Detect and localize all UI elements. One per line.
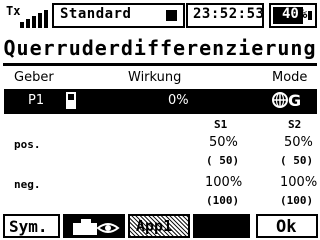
header-mode: Mode xyxy=(272,70,308,85)
signal-strength-icon xyxy=(18,8,48,28)
sym-button-label: Sym. xyxy=(9,217,48,236)
geber-value[interactable]: P1 xyxy=(28,93,44,108)
battery-tip xyxy=(308,11,312,20)
neg-s2-value[interactable]: 100% xyxy=(280,175,317,190)
globe-icon xyxy=(272,92,288,108)
camera-view-icon xyxy=(73,219,120,235)
status-bar: Tx Standard 23:52:53 40% xyxy=(0,0,320,31)
neg-s1-raw: (100) xyxy=(206,194,240,207)
wirkung-value[interactable]: 0% xyxy=(168,93,189,108)
pos-s1-raw: ( 50) xyxy=(206,154,240,167)
row-label-neg: neg. xyxy=(14,178,41,191)
page-title: Querruderdifferenzierung xyxy=(3,36,317,60)
mode-value[interactable]: G xyxy=(288,91,301,110)
title-divider xyxy=(3,63,317,66)
ok-button[interactable]: Ok xyxy=(256,214,318,238)
app1-button-label: App1 xyxy=(136,217,173,235)
col-s1: S1 xyxy=(214,118,228,131)
pos-s2-value[interactable]: 50% xyxy=(284,135,313,150)
clock: 23:52:53 xyxy=(193,6,265,22)
camera-view-button[interactable] xyxy=(63,214,125,238)
battery-level: 40% xyxy=(282,6,308,22)
switch-icon-fill xyxy=(68,100,74,107)
neg-s2-raw: (100) xyxy=(280,194,314,207)
header-wirkung: Wirkung xyxy=(128,70,182,85)
blank-button[interactable] xyxy=(193,214,250,238)
selected-row[interactable] xyxy=(4,89,317,114)
col-s2: S2 xyxy=(288,118,302,131)
neg-s1-value[interactable]: 100% xyxy=(205,175,242,190)
row-label-pos: pos. xyxy=(14,138,41,151)
sym-button[interactable]: Sym. xyxy=(3,214,60,238)
ok-button-label: Ok xyxy=(276,217,297,237)
header-geber: Geber xyxy=(14,70,54,85)
model-name: Standard xyxy=(60,6,132,22)
pos-s2-raw: ( 50) xyxy=(280,154,314,167)
model-indicator-icon xyxy=(166,10,177,21)
pos-s1-value[interactable]: 50% xyxy=(209,135,238,150)
app1-button[interactable]: App1 xyxy=(128,214,190,238)
